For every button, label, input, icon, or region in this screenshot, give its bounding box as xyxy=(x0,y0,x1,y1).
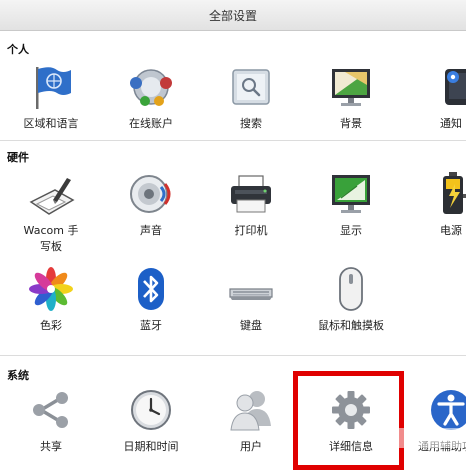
tile-power[interactable]: 电源 xyxy=(411,170,466,239)
tile-label: 日期和时间 xyxy=(123,440,179,453)
watermark-overlay xyxy=(394,428,466,448)
tile-label: 打印机 xyxy=(234,224,268,237)
tile-online-accounts[interactable]: 在线账户 xyxy=(111,63,191,132)
section-divider xyxy=(0,140,466,141)
tile-wacom-tablet[interactable]: Wacom 手写板 xyxy=(11,170,91,255)
tile-label: 蓝牙 xyxy=(140,319,162,332)
keyboard-icon xyxy=(227,265,275,313)
tile-sound[interactable]: 声音 xyxy=(111,170,191,239)
tile-label: 电源 xyxy=(440,224,462,237)
monitor-background-icon xyxy=(327,63,375,111)
online-accounts-icon xyxy=(127,63,175,111)
mouse-icon xyxy=(327,265,375,313)
tile-label: 区域和语言 xyxy=(23,117,79,130)
battery-icon xyxy=(427,170,466,218)
tile-label: 在线账户 xyxy=(129,117,173,130)
highlight-box xyxy=(293,371,404,470)
tile-printer[interactable]: 打印机 xyxy=(211,170,291,239)
tile-label: Wacom 手写板 xyxy=(23,224,79,253)
notification-icon xyxy=(427,63,466,111)
printer-icon xyxy=(227,170,275,218)
tile-region-language[interactable]: 区域和语言 xyxy=(11,63,91,132)
flag-globe-icon xyxy=(27,63,75,111)
display-icon xyxy=(327,170,375,218)
bluetooth-icon xyxy=(127,265,175,313)
section-title-personal: 个人 xyxy=(7,43,29,56)
tile-users[interactable]: 用户 xyxy=(211,386,291,455)
accessibility-icon xyxy=(427,386,466,434)
tile-notifications[interactable]: 通知 xyxy=(411,63,466,132)
section-divider xyxy=(0,355,466,356)
window-title: 全部设置 xyxy=(208,9,257,23)
tile-label: 显示 xyxy=(340,224,362,237)
tile-background[interactable]: 背景 xyxy=(311,63,391,132)
tile-color[interactable]: 色彩 xyxy=(11,265,91,334)
tile-label: 通知 xyxy=(440,117,462,130)
tile-label: 键盘 xyxy=(240,319,262,332)
tile-label: 共享 xyxy=(40,440,62,453)
users-icon xyxy=(227,386,275,434)
tile-search[interactable]: 搜索 xyxy=(211,63,291,132)
title-bar: 全部设置 xyxy=(0,0,466,31)
speaker-icon xyxy=(127,170,175,218)
search-icon xyxy=(227,63,275,111)
tile-label: 用户 xyxy=(240,440,262,453)
section-title-hardware: 硬件 xyxy=(7,151,29,164)
tile-bluetooth[interactable]: 蓝牙 xyxy=(111,265,191,334)
share-icon xyxy=(27,386,75,434)
tile-sharing[interactable]: 共享 xyxy=(11,386,91,455)
clock-icon xyxy=(127,386,175,434)
tile-label: 色彩 xyxy=(40,319,62,332)
tile-label: 搜索 xyxy=(240,117,262,130)
section-title-system: 系统 xyxy=(7,369,29,382)
tile-label: 声音 xyxy=(140,224,162,237)
tile-label: 背景 xyxy=(340,117,362,130)
tile-label: 鼠标和触摸板 xyxy=(318,319,384,332)
tile-keyboard[interactable]: 键盘 xyxy=(211,265,291,334)
tile-mouse-touchpad[interactable]: 鼠标和触摸板 xyxy=(303,265,399,334)
tile-date-time[interactable]: 日期和时间 xyxy=(111,386,191,455)
tile-display[interactable]: 显示 xyxy=(311,170,391,239)
tablet-pen-icon xyxy=(27,170,75,218)
color-flower-icon xyxy=(27,265,75,313)
